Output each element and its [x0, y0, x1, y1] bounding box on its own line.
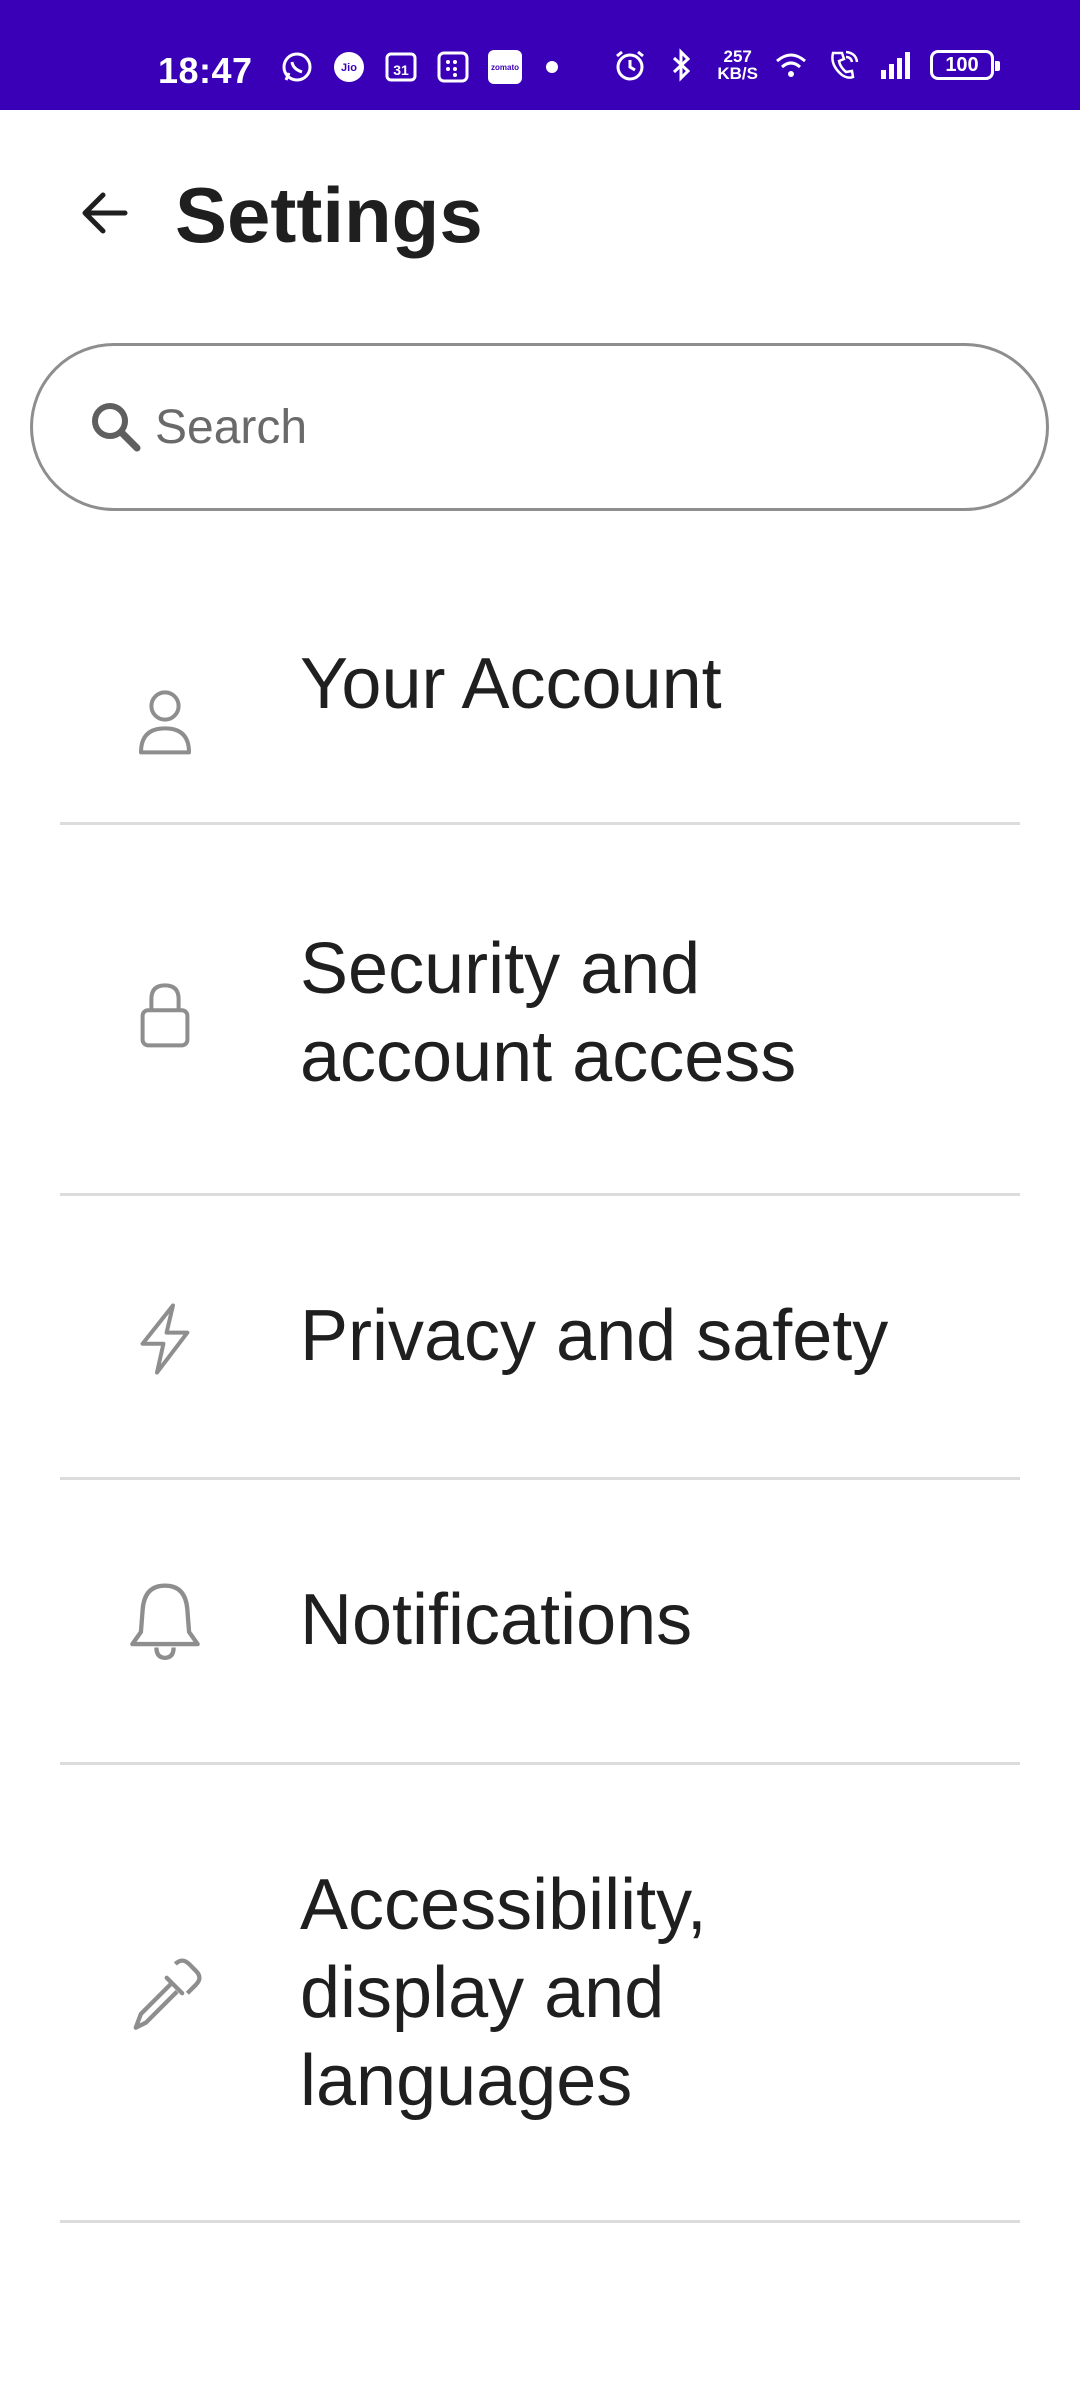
network-speed: 257 KB/S — [717, 48, 758, 82]
search-input[interactable] — [155, 399, 915, 455]
zomato-label: zomato — [488, 50, 522, 84]
calendar-icon: 31 — [384, 50, 418, 84]
notification-icons: Jio 31 zomato — [280, 50, 578, 84]
divider — [60, 2220, 1020, 2223]
search-bar[interactable] — [30, 343, 1049, 511]
search-icon — [92, 403, 141, 452]
status-time: 18:47 — [158, 50, 253, 91]
wifi-call-icon — [826, 48, 860, 82]
network-speed-unit: KB/S — [717, 64, 758, 83]
status-bar: 18:47 Jio 31 zomato 257 KB/S 100 — [0, 0, 1080, 110]
network-speed-value: 257 — [723, 47, 752, 66]
page-title: Settings — [175, 171, 483, 259]
system-icons: 257 KB/S 100 — [613, 48, 1000, 82]
back-button[interactable] — [60, 168, 150, 258]
menu-item-privacy[interactable]: Privacy and safety — [0, 1196, 1080, 1478]
menu-item-label: Security and account access — [300, 929, 797, 1097]
lightning-icon — [115, 1289, 215, 1389]
jio-icon: Jio — [332, 50, 366, 84]
person-icon — [115, 672, 215, 772]
dot-icon — [546, 61, 558, 73]
wifi-icon — [774, 48, 808, 82]
whatsapp-icon — [280, 50, 314, 84]
menu-item-label: Privacy and safety — [300, 1296, 889, 1376]
signal-icon — [878, 48, 912, 82]
settings-screen: 18:47 Jio 31 zomato 257 KB/S 100 Setting… — [0, 0, 1080, 2400]
menu-item-security[interactable]: Security and account access — [0, 825, 1080, 1195]
bell-icon — [115, 1570, 215, 1670]
menu-item-your-account[interactable]: Your Account — [0, 600, 1080, 824]
eyedropper-icon — [115, 1945, 215, 2045]
calendar-day: 31 — [393, 62, 409, 78]
alarm-icon — [613, 48, 647, 82]
menu-item-label: Notifications — [300, 1580, 693, 1660]
grid-app-icon — [436, 50, 470, 84]
battery-level: 100 — [945, 53, 979, 76]
lock-icon — [115, 965, 215, 1065]
bluetooth-icon — [665, 48, 699, 82]
menu-item-notifications[interactable]: Notifications — [0, 1480, 1080, 1762]
battery-icon: 100 — [930, 50, 1000, 80]
menu-item-accessibility[interactable]: Accessibility, display and languages — [0, 1765, 1080, 2222]
svg-text:Jio: Jio — [341, 62, 357, 74]
zomato-icon: zomato — [488, 50, 522, 84]
menu-item-label: Your Account — [300, 644, 722, 724]
arrow-left-icon — [82, 192, 128, 234]
menu-item-label: Accessibility, display and languages — [300, 1865, 707, 2121]
